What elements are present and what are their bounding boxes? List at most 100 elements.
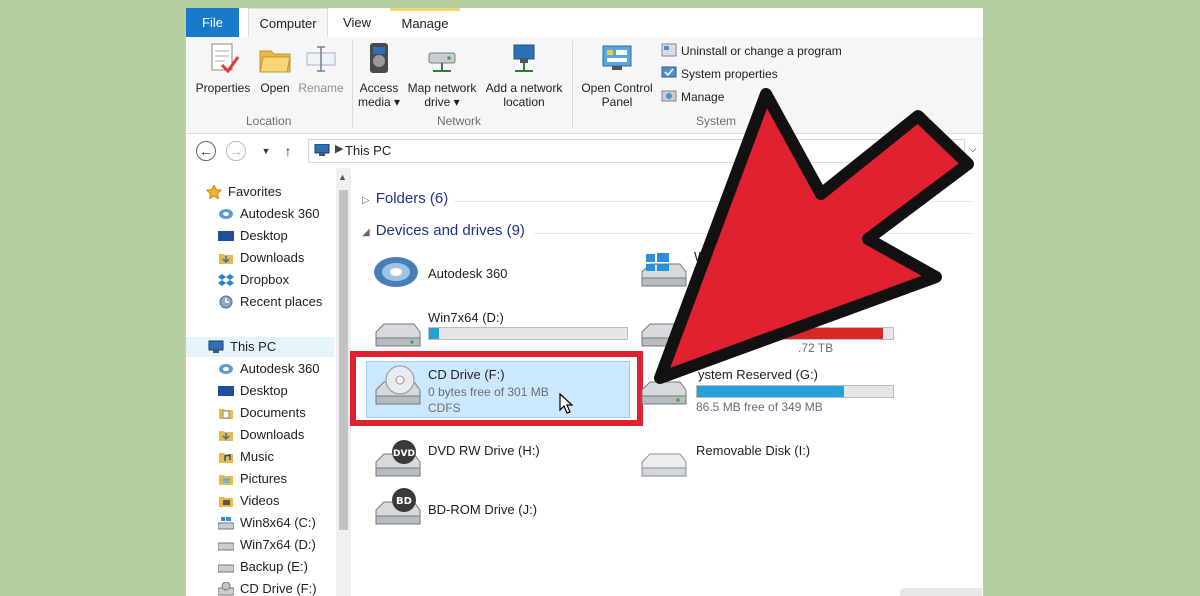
- network-drive-icon: [428, 52, 456, 72]
- nav-label: Win7x64 (D:): [240, 537, 316, 552]
- nav-label: Desktop: [240, 228, 288, 243]
- dropbox-icon: [218, 274, 234, 286]
- breadcrumb-this-pc[interactable]: This PC: [345, 143, 391, 158]
- ribbon-separator: [352, 41, 353, 129]
- open-control-panel-button[interactable]: Open Control Panel: [578, 41, 656, 109]
- dvd-drive-icon: DVD: [375, 440, 421, 477]
- nav-label: Desktop: [240, 383, 288, 398]
- mouse-cursor-icon: [559, 393, 573, 414]
- desktop-icon: [218, 386, 234, 396]
- system-properties-button[interactable]: System properties: [661, 64, 778, 84]
- drive-usage-bar: [694, 267, 816, 280]
- tab-view[interactable]: View: [332, 8, 382, 37]
- star-icon: [206, 185, 222, 199]
- folders-group-header[interactable]: ▷ Folders (6): [362, 190, 448, 207]
- bd-drive-icon: BD: [375, 488, 421, 525]
- ribbon-separator: [572, 41, 573, 129]
- computer-icon: [208, 340, 224, 353]
- nav-label: This PC: [230, 339, 277, 354]
- breadcrumb-separator-icon: ▶: [335, 143, 344, 155]
- system-properties-label: System properties: [681, 67, 778, 81]
- nav-label: Recent places: [240, 294, 323, 309]
- drive-usage-fill: [697, 386, 844, 397]
- tab-file[interactable]: File: [186, 8, 239, 37]
- hard-drive-icon: [218, 542, 234, 551]
- open-folder-icon: [259, 50, 291, 73]
- ribbon: Properties Open Rename Location Access m…: [186, 37, 983, 134]
- drive-usage-fill: [429, 328, 439, 339]
- system-group-label: System: [696, 114, 737, 128]
- uninstall-icon: [661, 43, 677, 57]
- bd-badge: BD: [396, 496, 412, 507]
- network-group-label: Network: [437, 114, 482, 128]
- hard-drive-icon: [641, 381, 687, 405]
- open-button[interactable]: Open: [256, 41, 294, 95]
- rename-icon: [306, 46, 336, 72]
- up-button[interactable]: ↑: [278, 141, 298, 161]
- access-media-button[interactable]: Access media ▾: [356, 41, 402, 109]
- drive-usage-bar: [428, 327, 628, 340]
- content-pane: ▷ Folders (6) ◢ Devices and drives (9) Aut…: [350, 168, 983, 596]
- tab-manage[interactable]: Manage: [390, 8, 460, 37]
- nav-label: Documents: [240, 405, 306, 420]
- properties-icon: [211, 43, 240, 74]
- manage-button[interactable]: Manage: [661, 87, 724, 107]
- scrollbar-thumb[interactable]: [339, 190, 348, 530]
- nav-label: Videos: [240, 493, 280, 508]
- properties-label: Properties: [195, 81, 251, 95]
- navigation-scrollbar[interactable]: ▲: [336, 168, 351, 596]
- nav-label: Favorites: [228, 184, 282, 199]
- nav-label: Dropbox: [240, 272, 290, 287]
- devices-header-label: Devices and drives (9): [375, 222, 525, 239]
- group-divider: [454, 201, 974, 202]
- properties-button[interactable]: Properties: [194, 41, 252, 95]
- tab-computer[interactable]: Computer: [248, 8, 328, 39]
- scroll-up-icon[interactable]: ▲: [338, 172, 347, 182]
- recent-places-icon: [219, 295, 233, 309]
- map-network-drive-button[interactable]: Map network drive ▾: [404, 41, 480, 109]
- navigation-pane: Favorites Autodesk 360 Desktop Downloads…: [186, 168, 336, 596]
- hard-drive-icon: [641, 323, 687, 347]
- control-panel-label-1: Open Control: [581, 81, 653, 95]
- nav-label: Autodesk 360: [240, 206, 320, 221]
- device-free-space: 86.5 MB free of 349 MB: [696, 400, 823, 414]
- nav-label: Downloads: [240, 250, 305, 265]
- rename-button[interactable]: Rename: [296, 41, 346, 95]
- removable-disk-icon: [641, 453, 687, 477]
- back-button[interactable]: ←: [196, 141, 216, 161]
- desktop-icon: [218, 231, 234, 241]
- device-name-partial: Wi: [694, 249, 710, 264]
- device-name: BD-ROM Drive (J:): [428, 502, 538, 517]
- nav-label: CD Drive (F:): [240, 581, 317, 596]
- forward-button[interactable]: →: [226, 141, 246, 161]
- uninstall-program-button[interactable]: Uninstall or change a program: [661, 41, 842, 61]
- device-name: Removable Disk (I:): [696, 443, 811, 458]
- dvd-badge: DVD: [393, 449, 415, 459]
- add-network-location-button[interactable]: Add a network location: [482, 41, 566, 109]
- videos-folder-icon: [219, 497, 233, 507]
- device-name: DVD RW Drive (H:): [428, 443, 540, 458]
- chevron-down-icon: ◢: [362, 227, 370, 238]
- add-location-label-1: Add a network: [485, 81, 563, 95]
- add-location-label-2: location: [503, 95, 545, 109]
- back-arrow-icon: ←: [199, 143, 213, 159]
- recent-locations-button[interactable]: ▼: [256, 141, 276, 161]
- media-device-icon: [370, 43, 388, 73]
- autodesk-360-icon: [374, 257, 418, 287]
- nav-label: Music: [240, 449, 274, 464]
- nav-label: Pictures: [240, 471, 287, 486]
- nav-label: Downloads: [240, 427, 305, 442]
- address-dropdown-icon[interactable]: ⌵: [969, 144, 977, 155]
- downloads-folder-icon: [219, 431, 233, 441]
- drive-usage-fill: [695, 268, 743, 279]
- autodesk-icon: [219, 209, 233, 219]
- devices-group-header[interactable]: ◢ Devices and drives (9): [362, 222, 525, 239]
- address-bar[interactable]: ▶ This PC: [308, 139, 965, 163]
- access-media-label-2: media ▾: [357, 95, 401, 109]
- map-drive-label-2: drive ▾: [424, 95, 460, 109]
- hard-drive-icon: [375, 323, 421, 347]
- red-highlight-box: [350, 351, 643, 426]
- computer-icon: [314, 144, 330, 156]
- device-name-partial: ystem Reserved (G:): [698, 367, 818, 382]
- device-free-space-partial: .72 TB: [798, 341, 834, 355]
